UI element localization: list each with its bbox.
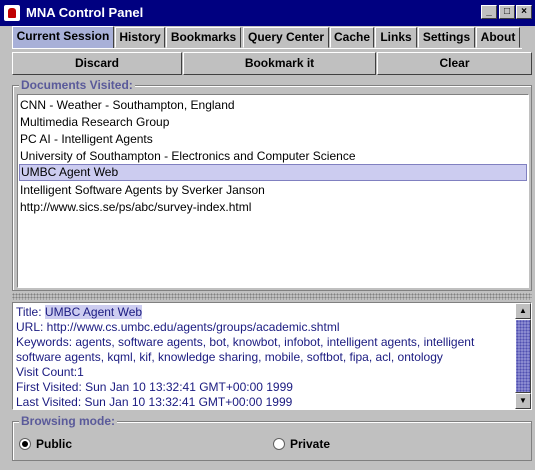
tab-settings[interactable]: Settings	[418, 27, 475, 48]
list-item[interactable]: University of Southampton - Electronics …	[19, 148, 527, 165]
tab-current-session[interactable]: Current Session	[12, 26, 114, 49]
window-title: MNA Control Panel	[26, 5, 144, 20]
tab-links[interactable]: Links	[375, 27, 417, 48]
details-visit-count: Visit Count:1	[16, 365, 84, 379]
tab-bookmarks[interactable]: Bookmarks	[166, 27, 241, 48]
bookmark-button[interactable]: Bookmark it	[183, 52, 376, 75]
title-bar: MNA Control Panel _ □ ×	[0, 0, 535, 26]
documents-list[interactable]: CNN - Weather - Southampton, England Mul…	[17, 94, 529, 288]
clear-button[interactable]: Clear	[377, 52, 532, 75]
scroll-up-icon[interactable]: ▲	[515, 303, 531, 319]
java-cup-icon	[4, 5, 20, 21]
list-item[interactable]: Multimedia Research Group	[19, 114, 527, 131]
details-title-value: UMBC Agent Web	[44, 305, 143, 319]
documents-visited-label: Documents Visited:	[19, 78, 135, 92]
minimize-icon[interactable]: _	[481, 5, 497, 19]
list-item-selected[interactable]: UMBC Agent Web	[19, 164, 527, 181]
list-item[interactable]: CNN - Weather - Southampton, England	[19, 97, 527, 114]
details-title-prefix: Title:	[16, 305, 45, 319]
tab-divider	[12, 48, 522, 49]
split-pane-divider[interactable]	[12, 293, 532, 300]
tab-query-center[interactable]: Query Center	[243, 27, 329, 48]
details-first-visited: First Visited: Sun Jan 10 13:32:41 GMT+0…	[16, 380, 293, 394]
browsing-mode-group: Browsing mode:	[12, 414, 532, 461]
maximize-icon[interactable]: □	[499, 5, 515, 19]
details-title-line: Title: UMBC Agent Web	[16, 305, 511, 320]
close-icon[interactable]: ×	[516, 5, 532, 19]
list-item[interactable]: Intelligent Software Agents by Sverker J…	[19, 182, 527, 199]
tab-history[interactable]: History	[115, 27, 165, 48]
discard-button[interactable]: Discard	[12, 52, 182, 75]
public-radio[interactable]	[19, 438, 31, 450]
public-radio-label[interactable]: Public	[36, 437, 72, 451]
details-text: Title: UMBC Agent Web URL: http://www.cs…	[16, 305, 511, 409]
list-item[interactable]: PC AI - Intelligent Agents	[19, 131, 527, 148]
private-radio[interactable]	[273, 438, 285, 450]
browsing-mode-label: Browsing mode:	[19, 414, 118, 428]
private-radio-label[interactable]: Private	[290, 437, 330, 451]
details-last-visited: Last Visited: Sun Jan 10 13:32:41 GMT+00…	[16, 395, 293, 409]
scroll-down-icon[interactable]: ▼	[515, 393, 531, 409]
tab-about[interactable]: About	[476, 27, 520, 48]
details-url: URL: http://www.cs.umbc.edu/agents/group…	[16, 320, 340, 334]
details-scrollbar[interactable]: ▲ ▼	[515, 303, 531, 409]
list-item[interactable]: http://www.sics.se/ps/abc/survey-index.h…	[19, 199, 527, 216]
details-keywords: Keywords: agents, software agents, bot, …	[16, 335, 475, 364]
document-details: Title: UMBC Agent Web URL: http://www.cs…	[12, 302, 532, 410]
tab-cache[interactable]: Cache	[330, 27, 374, 48]
scroll-thumb[interactable]	[515, 319, 531, 393]
